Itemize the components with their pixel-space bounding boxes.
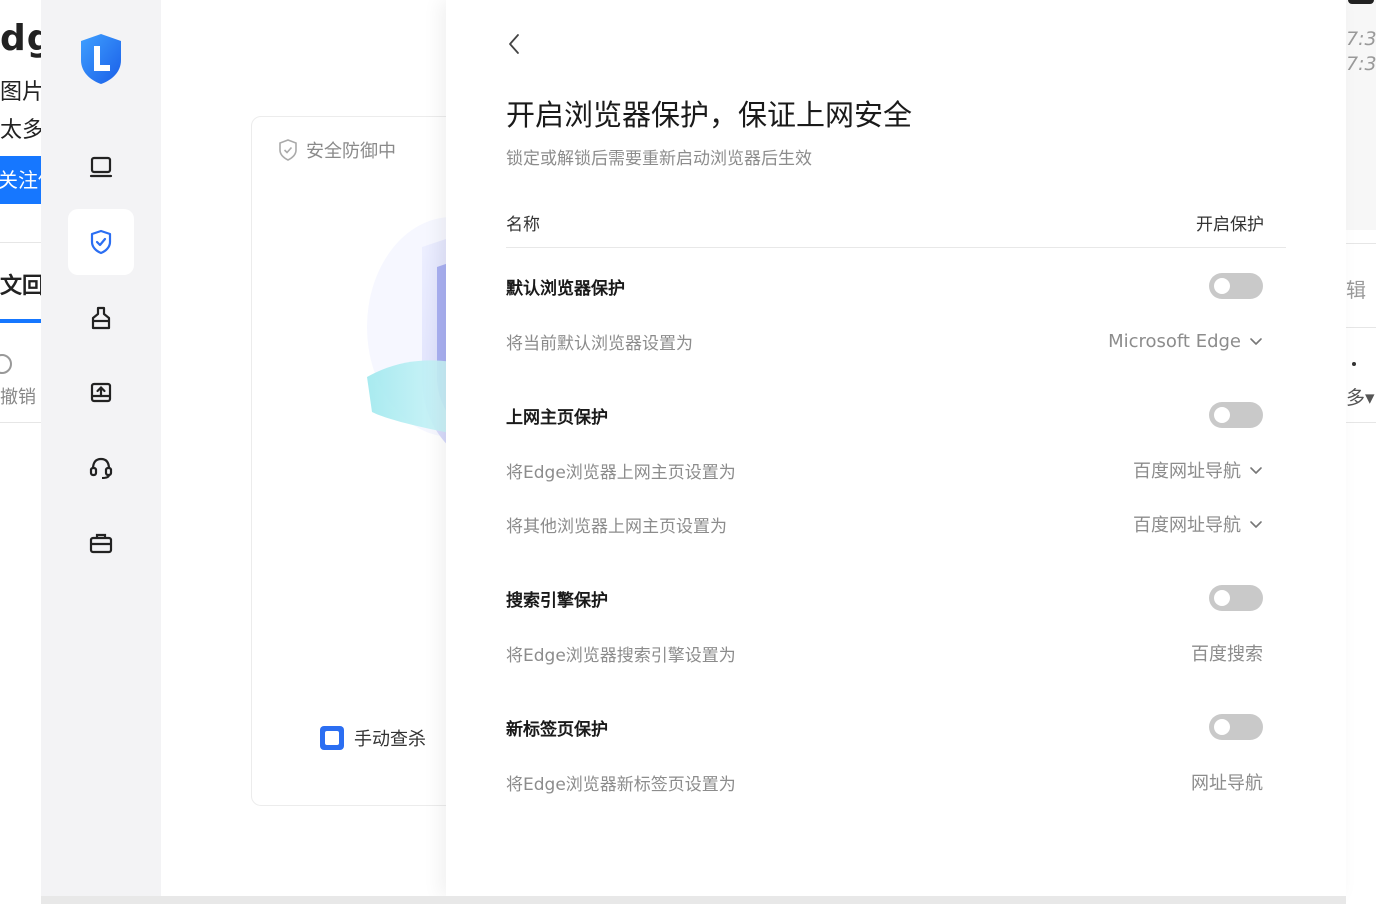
section-homepage: 上网主页保护	[506, 397, 1263, 433]
divider	[0, 422, 41, 423]
divider	[1346, 243, 1376, 244]
column-name: 名称	[506, 215, 540, 235]
protection-card: 安全防御中 手动查杀	[251, 116, 471, 806]
setting-value: 网址导航	[1191, 773, 1263, 794]
manual-scan-button[interactable]: 手动查杀	[320, 725, 426, 751]
bg-text-fragment[interactable]: 多▾	[1346, 383, 1375, 410]
monitor-icon	[89, 156, 113, 178]
search-engine-toggle[interactable]	[1209, 585, 1263, 611]
setting-value: 百度搜索	[1191, 644, 1263, 665]
chevron-down-icon	[1250, 521, 1262, 528]
sidebar-item-cleanup[interactable]	[68, 285, 134, 351]
upload-box-icon	[90, 382, 112, 403]
bg-text-fragment: dge	[0, 18, 41, 59]
setting-label: 将当前默认浏览器设置为	[506, 333, 693, 354]
setting-row: 将Edge浏览器新标签页设置为 网址导航	[506, 764, 1263, 800]
security-status: 安全防御中	[278, 137, 396, 163]
setting-label: 将Edge浏览器搜索引擎设置为	[506, 645, 736, 666]
section-search-engine: 搜索引擎保护	[506, 580, 1263, 616]
setting-row: 将Edge浏览器上网主页设置为 百度网址导航	[506, 452, 1263, 488]
bg-text-fragment: 辑	[1346, 278, 1366, 302]
table-header: 名称 开启保护	[506, 200, 1286, 248]
sidebar-item-protection[interactable]	[68, 209, 134, 275]
background-window-right: 7:3 7:3 辑 多▾	[1346, 0, 1376, 904]
broom-icon	[91, 306, 111, 330]
edge-homepage-select[interactable]: 百度网址导航	[1133, 457, 1263, 483]
tab-underline	[0, 319, 41, 323]
bg-text-fragment: 图片]	[0, 80, 41, 105]
dot-icon	[1352, 362, 1356, 366]
bg-fragment-mark	[1348, 0, 1374, 4]
circle-icon	[0, 354, 12, 374]
new-tab-toggle[interactable]	[1209, 714, 1263, 740]
section-title: 新标签页保护	[506, 719, 608, 740]
sidebar-item-toolbox[interactable]	[68, 510, 134, 576]
homepage-toggle[interactable]	[1209, 402, 1263, 428]
manual-scan-label: 手动查杀	[354, 729, 426, 750]
shield-check-icon	[90, 229, 112, 255]
chevron-down-icon	[1250, 467, 1262, 474]
setting-row: 将其他浏览器上网主页设置为 百度网址导航	[506, 506, 1263, 542]
section-title: 默认浏览器保护	[506, 278, 625, 299]
default-browser-select[interactable]: Microsoft Edge	[1108, 331, 1263, 352]
sidebar-item-software[interactable]	[68, 359, 134, 425]
setting-row: 将Edge浏览器搜索引擎设置为 百度搜索	[506, 635, 1263, 671]
shield-check-icon	[279, 139, 297, 161]
divider	[1346, 327, 1376, 328]
setting-label: 将其他浏览器上网主页设置为	[506, 516, 727, 537]
select-value: 百度网址导航	[1133, 461, 1241, 482]
bg-text-fragment: 太多	[0, 118, 41, 143]
setting-label: 将Edge浏览器新标签页设置为	[506, 774, 736, 795]
panel-title: 开启浏览器保护，保证上网安全	[506, 98, 913, 132]
bg-time-text: 7:3	[1346, 28, 1376, 50]
select-value: 百度网址导航	[1133, 515, 1241, 536]
status-label: 安全防御中	[306, 141, 396, 162]
main-content: 安全防御中 手动查杀	[161, 0, 471, 896]
chevron-left-icon	[509, 34, 519, 54]
section-title: 上网主页保护	[506, 407, 608, 428]
headset-icon	[89, 457, 113, 479]
bg-text-fragment[interactable]: 撤销	[0, 383, 36, 409]
panel-subtitle: 锁定或解锁后需要重新启动浏览器后生效	[506, 149, 812, 169]
setting-row: 将当前默认浏览器设置为 Microsoft Edge	[506, 323, 1263, 359]
back-button[interactable]	[502, 30, 526, 58]
section-title: 搜索引擎保护	[506, 590, 608, 611]
chevron-down-icon	[1250, 338, 1262, 345]
divider	[0, 242, 41, 243]
browser-protection-panel: 开启浏览器保护，保证上网安全 锁定或解锁后需要重新启动浏览器后生效 名称 开启保…	[446, 0, 1346, 896]
select-value: Microsoft Edge	[1108, 330, 1241, 352]
app-logo-icon	[77, 32, 125, 86]
app-sidebar	[41, 0, 161, 896]
divider	[1346, 422, 1376, 423]
default-browser-toggle[interactable]	[1209, 273, 1263, 299]
background-window-left: dge 图片] 太多 关注他 文回答 撤销	[0, 0, 41, 904]
scan-icon	[320, 726, 344, 750]
section-default-browser: 默认浏览器保护	[506, 268, 1263, 304]
other-homepage-select[interactable]: 百度网址导航	[1133, 511, 1263, 537]
sidebar-item-support[interactable]	[68, 434, 134, 500]
window-bottom-edge	[41, 896, 1346, 904]
bg-time-text: 7:3	[1346, 53, 1376, 75]
section-new-tab: 新标签页保护	[506, 709, 1263, 745]
setting-label: 将Edge浏览器上网主页设置为	[506, 462, 736, 483]
follow-button[interactable]: 关注他	[0, 156, 41, 204]
toolbox-icon	[89, 533, 113, 554]
sidebar-item-home[interactable]	[68, 134, 134, 200]
column-enable: 开启保护	[1196, 215, 1264, 235]
bg-text-fragment: 文回答	[0, 274, 41, 299]
